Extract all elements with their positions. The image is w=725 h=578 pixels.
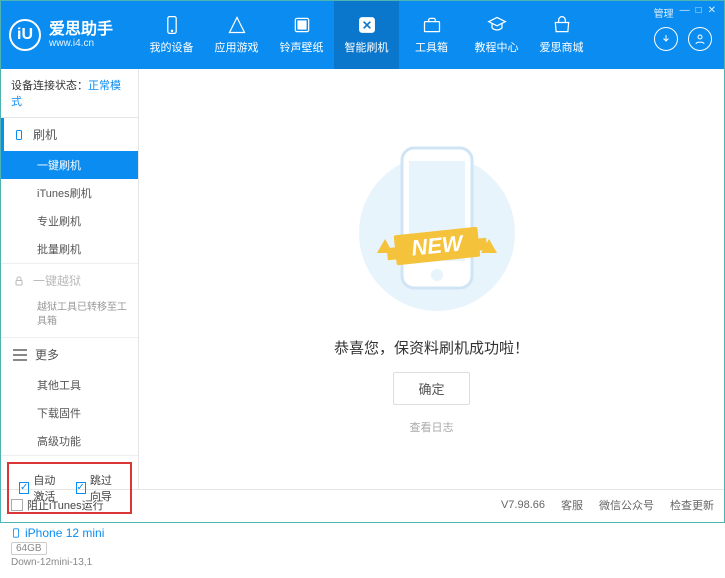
support-link[interactable]: 客服 [561,497,583,513]
app-header: iU 爱思助手 www.i4.cn 我的设备 应用游戏 铃声壁纸 智能刷机 工具… [1,1,724,69]
toolbox-icon [422,15,442,35]
nav-store[interactable]: 爱思商城 [529,1,594,69]
menu-button[interactable]: 管理 [654,5,674,20]
nav-smart-flash[interactable]: 智能刷机 [334,1,399,69]
device-model-info: Down-12mini-13,1 [11,557,128,568]
success-message: 恭喜您，保资料刷机成功啦！ [334,337,529,358]
phone-icon [13,129,25,141]
sidebar-item-batch-flash[interactable]: 批量刷机 [1,235,138,263]
app-name: 爱思助手 [49,22,113,38]
version-label: V7.98.66 [501,499,545,511]
window-controls: 管理 — □ ✕ [654,5,716,20]
nav-toolbox[interactable]: 工具箱 [399,1,464,69]
success-illustration: NEW [357,123,507,323]
sidebar-item-download-firmware[interactable]: 下载固件 [1,399,138,427]
checkbox-icon: ✓ [76,482,86,494]
sidebar: 设备连接状态：正常模式 刷机 一键刷机 iTunes刷机 专业刷机 批量刷机 一… [1,69,139,489]
check-update-link[interactable]: 检查更新 [670,497,714,513]
device-info-box[interactable]: iPhone 12 mini 64GB Down-12mini-13,1 [1,520,138,578]
view-log-link[interactable]: 查看日志 [410,419,454,435]
flash-icon [357,15,377,35]
main-content: NEW 恭喜您，保资料刷机成功啦！ 确定 查看日志 [139,69,724,489]
menu-icon [13,349,27,361]
sidebar-item-itunes-flash[interactable]: iTunes刷机 [1,179,138,207]
minimize-button[interactable]: — [680,5,690,20]
connection-status: 设备连接状态：正常模式 [1,69,138,118]
main-nav: 我的设备 应用游戏 铃声壁纸 智能刷机 工具箱 教程中心 爱思商城 [139,1,594,69]
logo: iU 爱思助手 www.i4.cn [9,19,139,51]
jailbreak-note: 越狱工具已转移至工具箱 [1,297,138,337]
sidebar-more-header[interactable]: 更多 [1,338,138,371]
sidebar-jailbreak-header[interactable]: 一键越狱 [1,264,138,297]
sidebar-item-oneclick-flash[interactable]: 一键刷机 [1,151,138,179]
lock-icon [13,275,25,287]
sidebar-item-pro-flash[interactable]: 专业刷机 [1,207,138,235]
device-icon [162,15,182,35]
download-button[interactable] [654,27,678,51]
apps-icon [227,15,247,35]
checkbox-icon: ✓ [19,482,29,494]
app-url: www.i4.cn [49,38,113,49]
nav-tutorials[interactable]: 教程中心 [464,1,529,69]
device-storage: 64GB [11,542,47,555]
phone-icon [11,526,21,540]
device-name: iPhone 12 mini [11,526,128,540]
wallpaper-icon [292,15,312,35]
nav-ringtone-wallpaper[interactable]: 铃声壁纸 [269,1,334,69]
close-button[interactable]: ✕ [708,5,716,20]
maximize-button[interactable]: □ [696,5,702,20]
block-itunes-checkbox[interactable]: 阻止iTunes运行 [11,497,104,513]
wechat-link[interactable]: 微信公众号 [599,497,654,513]
ok-button[interactable]: 确定 [393,372,469,405]
logo-icon: iU [9,19,41,51]
sidebar-flash-header[interactable]: 刷机 [1,118,138,151]
tutorial-icon [487,15,507,35]
user-button[interactable] [688,27,712,51]
sidebar-item-advanced[interactable]: 高级功能 [1,427,138,455]
sidebar-item-other-tools[interactable]: 其他工具 [1,371,138,399]
nav-my-device[interactable]: 我的设备 [139,1,204,69]
nav-apps-games[interactable]: 应用游戏 [204,1,269,69]
user-actions [654,27,712,51]
checkbox-icon [11,499,23,511]
store-icon [552,15,572,35]
